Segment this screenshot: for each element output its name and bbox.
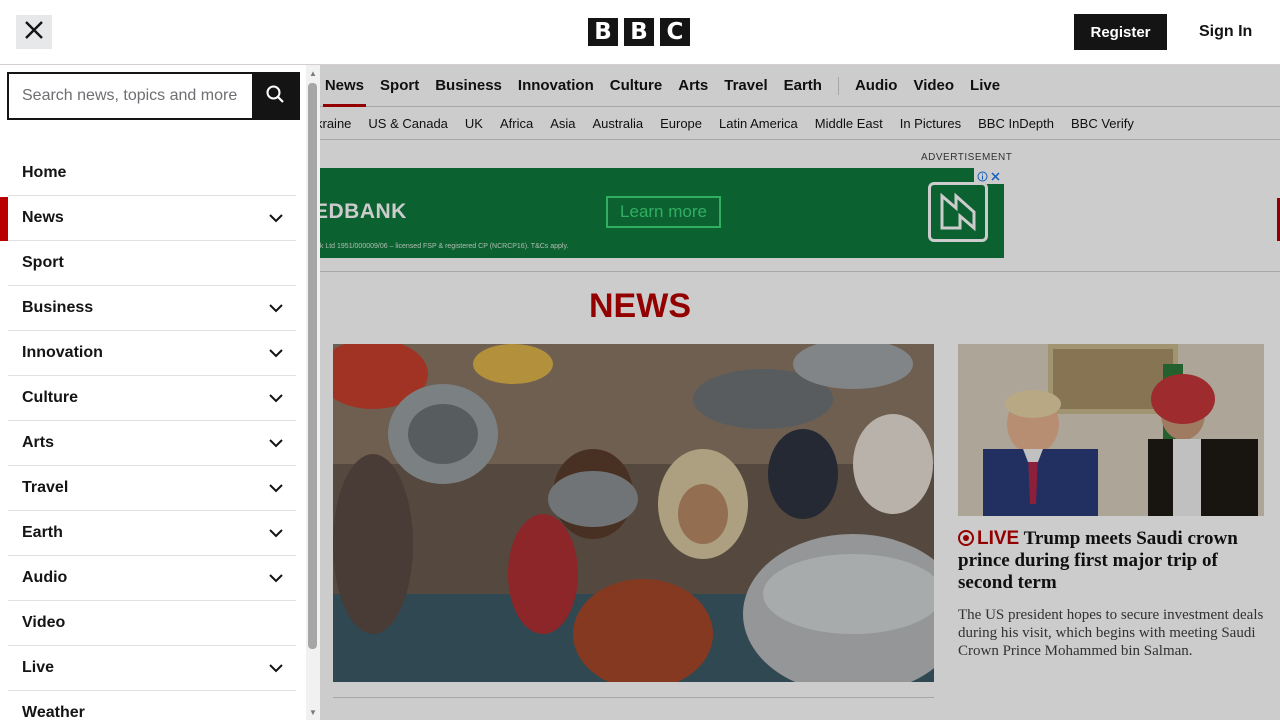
register-button[interactable]: Register <box>1074 14 1167 50</box>
menu-item-live[interactable]: Live <box>8 646 296 691</box>
subnav-link-bbc-verify[interactable]: BBC Verify <box>1071 116 1134 131</box>
menu-item-home[interactable]: Home <box>8 151 296 196</box>
search-button[interactable] <box>252 74 298 118</box>
menu-item-label: Audio <box>22 569 68 586</box>
subnav-link-bbc-indepth[interactable]: BBC InDepth <box>978 116 1054 131</box>
ad-label: ADVERTISEMENT <box>921 152 1013 163</box>
ad-learn-more-button[interactable]: Learn more <box>606 196 721 228</box>
menu-item-audio[interactable]: Audio <box>8 556 296 601</box>
subnav-link-in-pictures[interactable]: In Pictures <box>900 116 961 131</box>
menu-item-label: Business <box>22 299 94 316</box>
ad-fine-print: nk Ltd 1951/000009/06 – licensed FSP & r… <box>316 243 569 250</box>
nav-link-video[interactable]: Video <box>913 65 954 107</box>
live-indicator-icon <box>958 530 974 546</box>
section-title: NEWS <box>589 287 691 325</box>
divider <box>333 697 934 698</box>
menu-item-sport[interactable]: Sport <box>8 241 296 286</box>
menu-item-innovation[interactable]: Innovation <box>8 331 296 376</box>
search-input[interactable] <box>9 74 252 118</box>
ad-close-icon[interactable] <box>974 168 1004 184</box>
top-header: B B C Register Sign In <box>0 0 1280 65</box>
menu-item-label: Culture <box>22 389 78 406</box>
nav-link-business[interactable]: Business <box>435 65 502 107</box>
logo-letter: B <box>624 18 654 46</box>
menu-item-label: Travel <box>22 479 69 496</box>
menu-item-label: Innovation <box>22 344 103 361</box>
subnav-link-asia[interactable]: Asia <box>550 116 575 131</box>
advertisement-banner[interactable]: EDBANK nk Ltd 1951/000009/06 – licensed … <box>276 168 1004 258</box>
chevron-down-icon[interactable] <box>268 345 284 361</box>
hero-image[interactable] <box>333 344 934 682</box>
menu-item-label: Sport <box>22 254 64 271</box>
subnav-link-kraine[interactable]: kraine <box>316 116 351 131</box>
subnav-link-us-canada[interactable]: US & Canada <box>368 116 448 131</box>
nav-link-live[interactable]: Live <box>970 65 1000 107</box>
chevron-down-icon[interactable] <box>268 300 284 316</box>
chevron-down-icon[interactable] <box>268 525 284 541</box>
menu-item-travel[interactable]: Travel <box>8 466 296 511</box>
scroll-up-icon[interactable]: ▲ <box>308 68 318 78</box>
subnav-link-europe[interactable]: Europe <box>660 116 702 131</box>
menu-item-label: News <box>22 209 64 226</box>
nav-link-earth[interactable]: Earth <box>784 65 822 107</box>
side-story-summary: The US president hopes to secure investm… <box>958 607 1264 659</box>
menu-item-label: Arts <box>22 434 55 451</box>
menu-item-weather[interactable]: Weather <box>8 691 296 720</box>
menu-item-culture[interactable]: Culture <box>8 376 296 421</box>
search-bar <box>7 72 300 120</box>
menu-item-label: Video <box>22 614 66 631</box>
menu-list: Home News Sport Business Innovation Culture Ar… <box>0 151 296 720</box>
side-story-image[interactable] <box>958 344 1264 516</box>
chevron-down-icon[interactable] <box>268 435 284 451</box>
menu-item-video[interactable]: Video <box>8 601 296 646</box>
scroll-down-icon[interactable]: ▼ <box>308 707 318 717</box>
subnav-link-middle-east[interactable]: Middle East <box>815 116 883 131</box>
subnav-link-australia[interactable]: Australia <box>593 116 644 131</box>
nav-link-news[interactable]: News <box>322 65 367 107</box>
logo-letter: C <box>660 18 690 46</box>
close-icon <box>25 20 43 44</box>
chevron-down-icon[interactable] <box>268 660 284 676</box>
ad-brand: EDBANK <box>314 200 407 223</box>
menu-item-business[interactable]: Business <box>8 286 296 331</box>
chevron-down-icon[interactable] <box>268 480 284 496</box>
bbc-logo[interactable]: B B C <box>588 18 690 46</box>
logo-letter: B <box>588 18 618 46</box>
scroll-thumb[interactable] <box>308 83 317 649</box>
menu-item-arts[interactable]: Arts <box>8 421 296 466</box>
nav-link-sport[interactable]: Sport <box>380 65 419 107</box>
menu-item-label: Weather <box>22 704 85 720</box>
close-menu-button[interactable] <box>16 15 52 49</box>
nav-link-audio[interactable]: Audio <box>855 65 898 107</box>
nav-link-innovation[interactable]: Innovation <box>518 65 594 107</box>
nav-link-culture[interactable]: Culture <box>610 65 663 107</box>
subnav-link-uk[interactable]: UK <box>465 116 483 131</box>
subnav-link-africa[interactable]: Africa <box>500 116 533 131</box>
menu-item-label: Live <box>22 659 55 676</box>
nav-separator <box>837 76 839 95</box>
subnav-link-latin-america[interactable]: Latin America <box>719 116 798 131</box>
side-story-headline[interactable]: LIVE Trump meets Saudi crown prince duri… <box>958 528 1268 594</box>
menu-scrollbar[interactable]: ▲ ▼ <box>306 65 320 720</box>
menu-item-label: Home <box>22 164 67 181</box>
menu-item-news[interactable]: News <box>0 196 296 241</box>
chevron-down-icon[interactable] <box>268 390 284 406</box>
side-menu: Home News Sport Business Innovation Culture Ar… <box>0 65 320 720</box>
search-icon <box>266 85 284 108</box>
nav-link-travel[interactable]: Travel <box>724 65 767 107</box>
chevron-down-icon[interactable] <box>268 210 284 226</box>
menu-item-label: Earth <box>22 524 63 541</box>
bank-logo-icon <box>928 182 988 242</box>
chevron-down-icon[interactable] <box>268 570 284 586</box>
live-label: LIVE <box>977 528 1020 549</box>
nav-link-arts[interactable]: Arts <box>678 65 708 107</box>
menu-item-earth[interactable]: Earth <box>8 511 296 556</box>
sign-in-button[interactable]: Sign In <box>1186 14 1265 50</box>
